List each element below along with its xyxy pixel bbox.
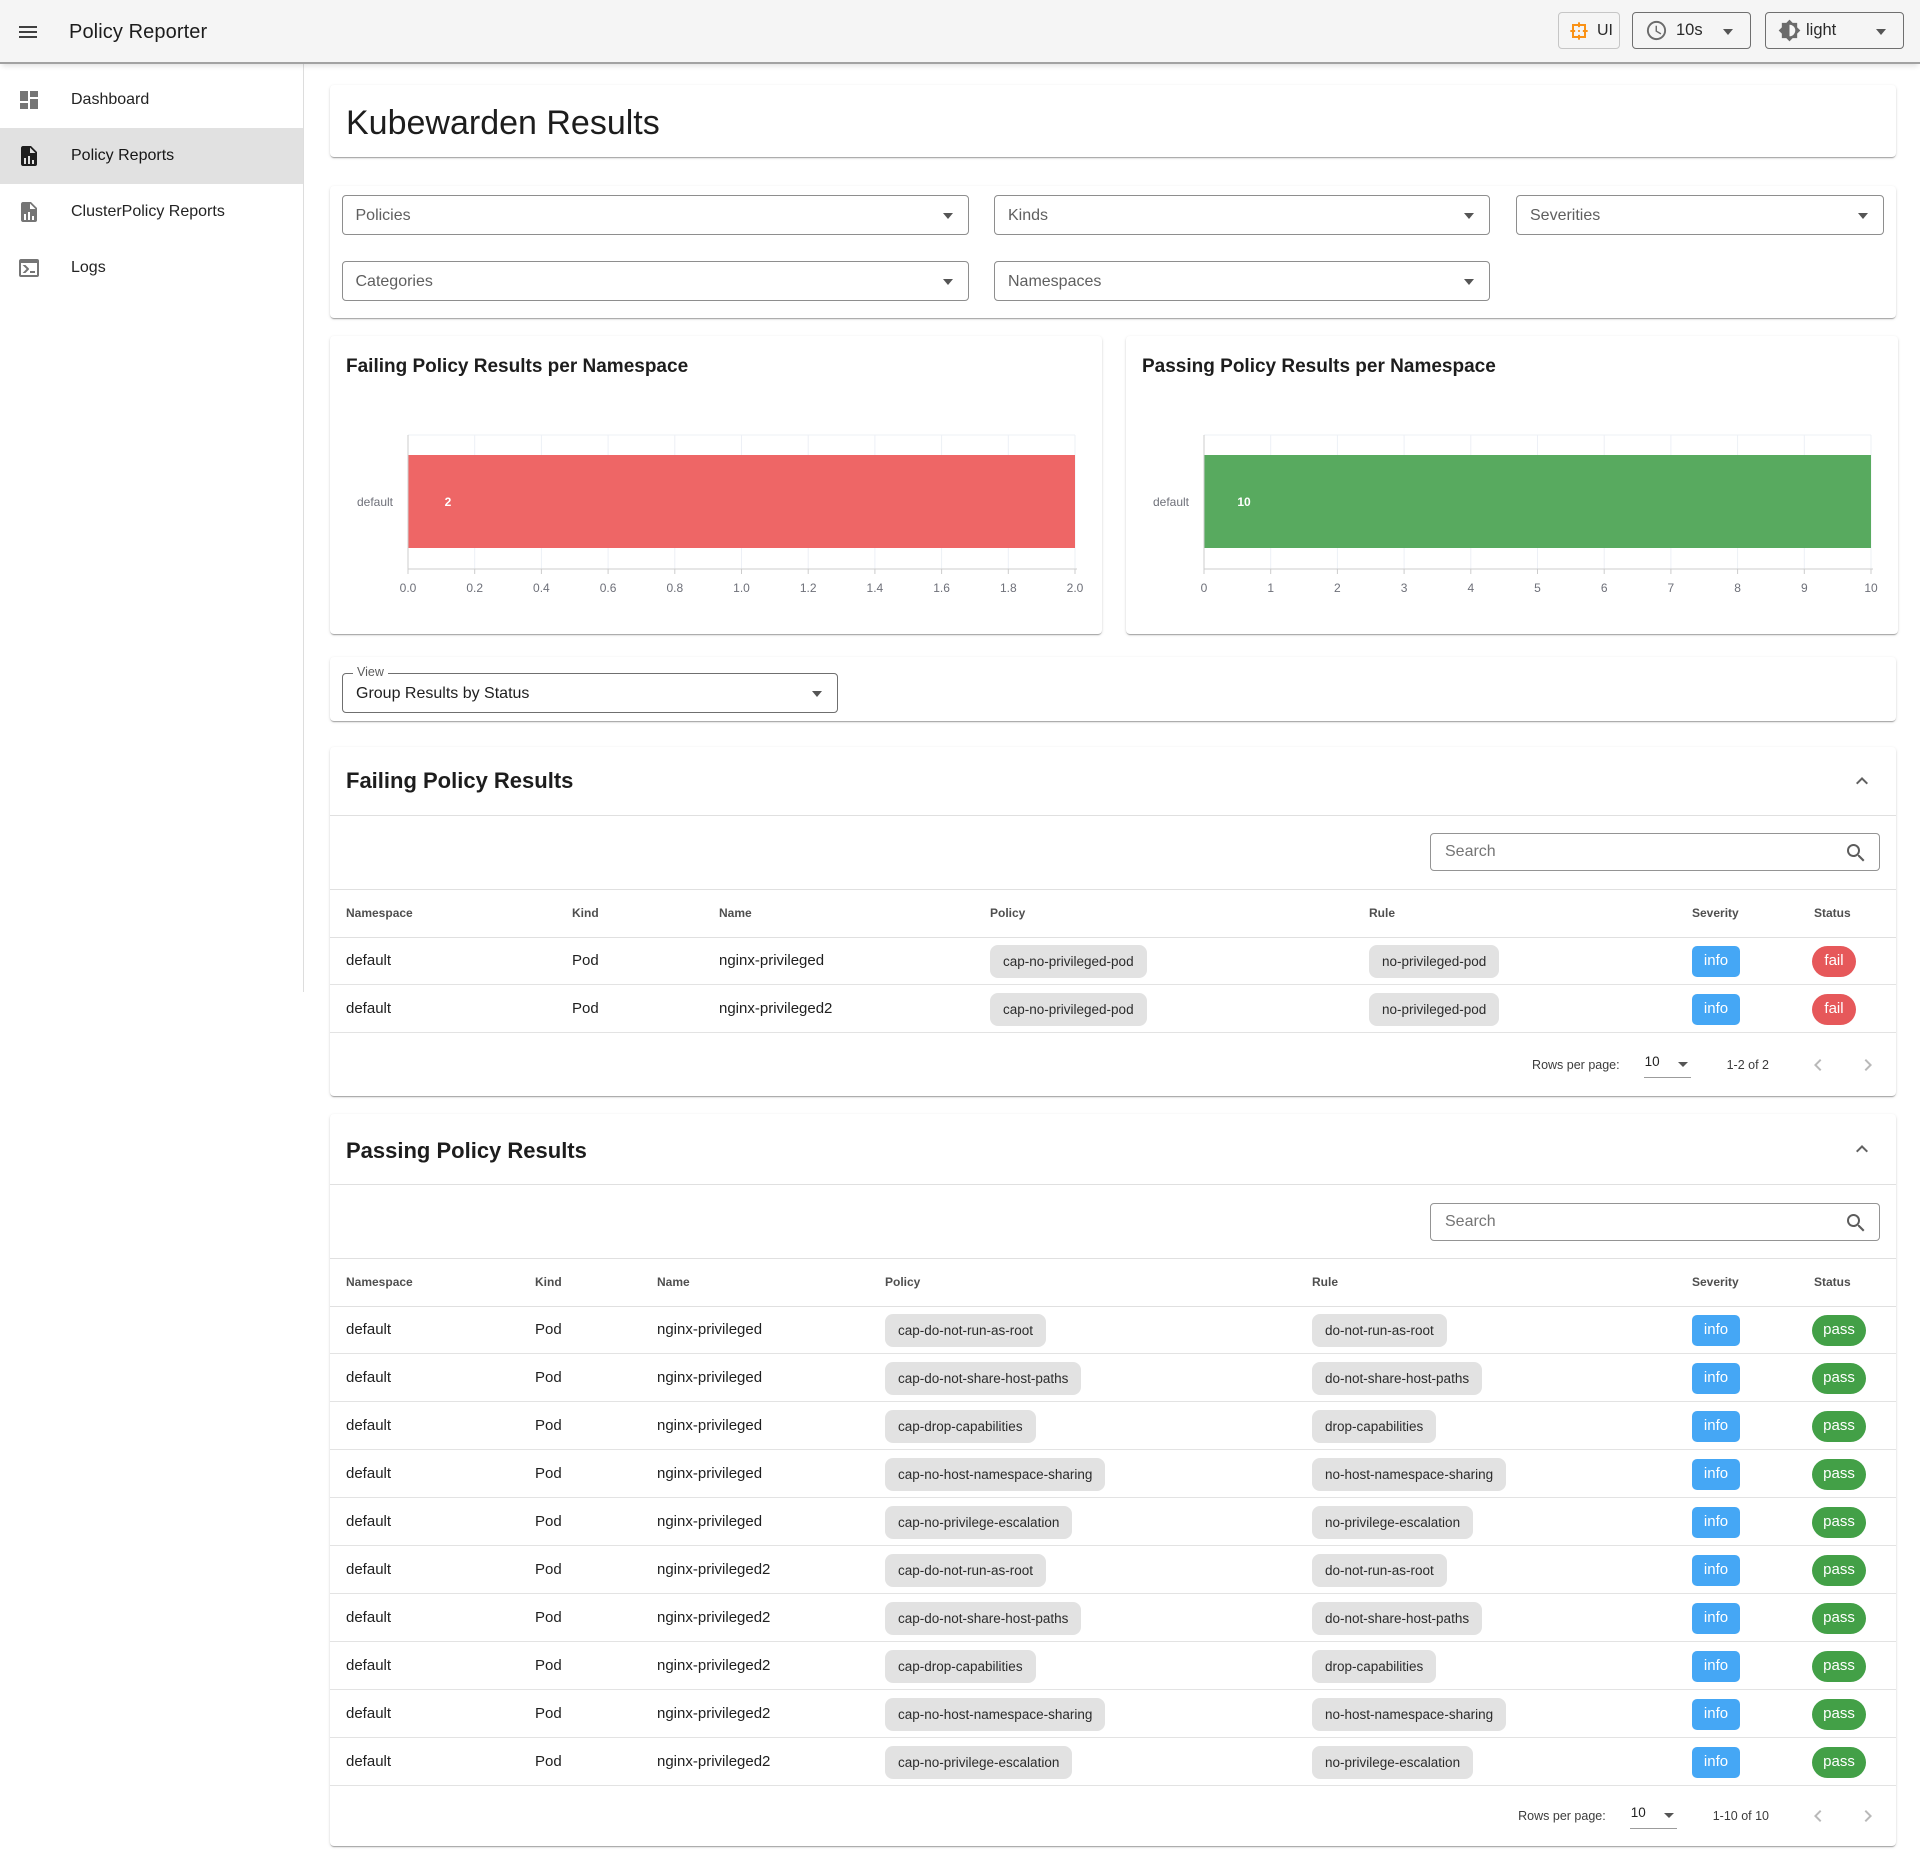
svg-text:2: 2 (1334, 581, 1341, 595)
svg-text:1: 1 (1267, 581, 1274, 595)
svg-text:1.6: 1.6 (933, 581, 950, 595)
svg-text:1.8: 1.8 (1000, 581, 1017, 595)
svg-text:0.0: 0.0 (400, 581, 417, 595)
svg-text:1.4: 1.4 (867, 581, 884, 595)
svg-text:10: 10 (1864, 581, 1878, 595)
svg-text:8: 8 (1734, 581, 1741, 595)
svg-text:2: 2 (445, 495, 452, 509)
svg-text:0.6: 0.6 (600, 581, 617, 595)
svg-text:3: 3 (1401, 581, 1408, 595)
svg-text:9: 9 (1801, 581, 1808, 595)
svg-text:0.2: 0.2 (466, 581, 483, 595)
svg-text:default: default (357, 495, 394, 509)
svg-text:1.0: 1.0 (733, 581, 750, 595)
svg-text:2.0: 2.0 (1067, 581, 1084, 595)
svg-text:6: 6 (1601, 581, 1608, 595)
svg-text:10: 10 (1237, 495, 1251, 509)
svg-text:default: default (1153, 495, 1190, 509)
svg-text:5: 5 (1534, 581, 1541, 595)
svg-text:0.4: 0.4 (533, 581, 550, 595)
svg-text:4: 4 (1467, 581, 1474, 595)
svg-text:1.2: 1.2 (800, 581, 817, 595)
svg-text:0: 0 (1201, 581, 1208, 595)
svg-text:0.8: 0.8 (666, 581, 683, 595)
svg-text:7: 7 (1668, 581, 1675, 595)
